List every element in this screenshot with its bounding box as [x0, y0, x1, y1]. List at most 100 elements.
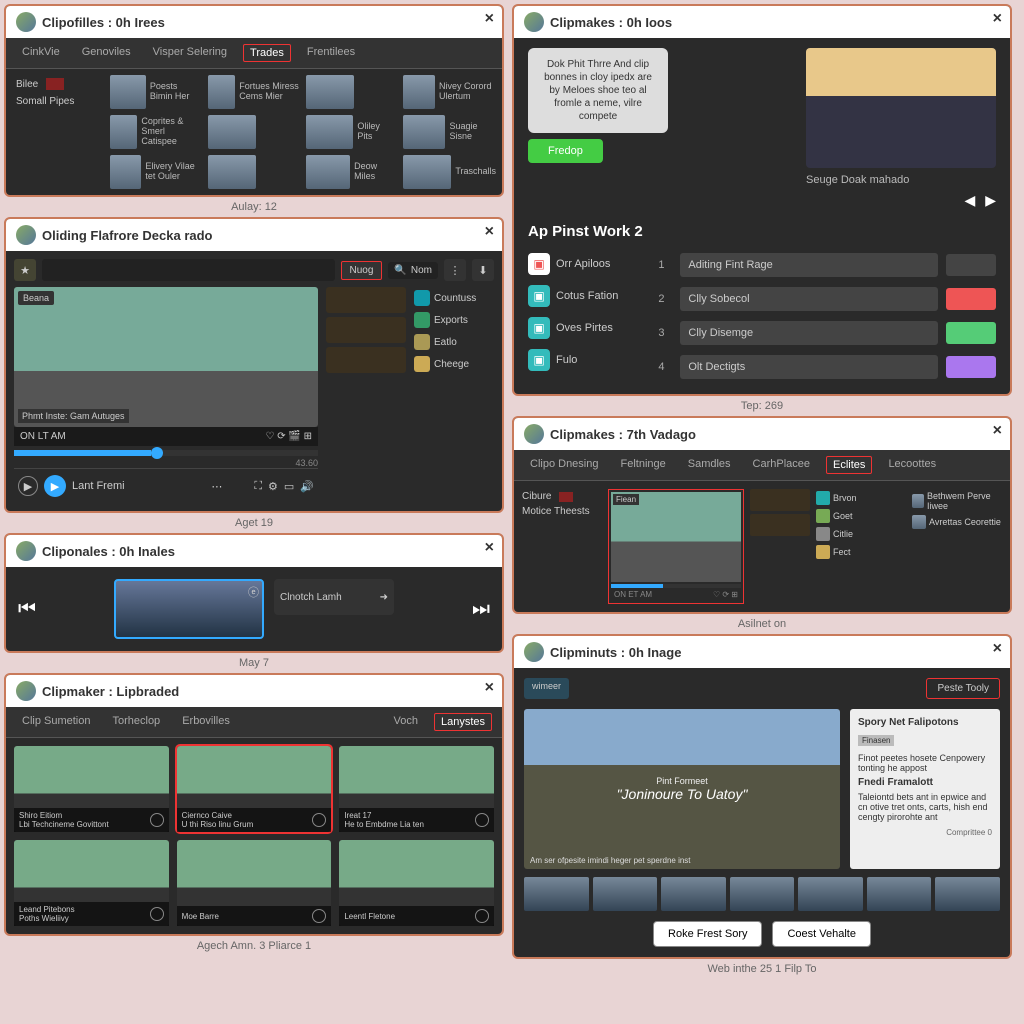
- free-button[interactable]: Fredop: [528, 139, 603, 163]
- lib-card[interactable]: Leentl Fletone: [339, 840, 494, 926]
- clip-cell[interactable]: [306, 75, 398, 109]
- clip-cell[interactable]: Nivey Corord Ulertum: [403, 75, 496, 109]
- tab-2[interactable]: Samdles: [682, 456, 737, 474]
- lib-card[interactable]: Moe Barre: [177, 840, 332, 926]
- cat-item[interactable]: Brvon: [816, 489, 906, 507]
- list-item[interactable]: ▣Orr Apiloos: [528, 248, 618, 280]
- prev-icon[interactable]: ⏮: [18, 598, 36, 621]
- cat-item[interactable]: Citlie: [816, 525, 906, 543]
- tab-4[interactable]: Lanystes: [434, 713, 492, 731]
- progress-bar[interactable]: [14, 450, 318, 456]
- download-icon[interactable]: ⬇: [472, 259, 494, 281]
- close-icon[interactable]: ×: [993, 640, 1002, 658]
- list-item[interactable]: Avrettas Ceorettie: [912, 513, 1002, 531]
- paste-button[interactable]: Peste Tooly: [926, 678, 1000, 699]
- close-icon[interactable]: ×: [485, 679, 494, 697]
- film-thumb[interactable]: [661, 877, 726, 911]
- sidebar-item[interactable]: Somall Pipes: [12, 93, 102, 110]
- search-input[interactable]: 🔍 Nom: [388, 262, 438, 279]
- tab-5[interactable]: Lecoottes: [882, 456, 942, 474]
- strip-label-card[interactable]: Clnotch Lamh➜: [274, 579, 394, 615]
- clip-cell[interactable]: Fortues Miress Cems Mier: [208, 75, 300, 109]
- clip-cell[interactable]: Deow Miles: [306, 155, 398, 189]
- cat-item[interactable]: Eatlo: [414, 331, 494, 353]
- primary-button[interactable]: Roke Frest Sory: [653, 921, 762, 947]
- cat-item[interactable]: Exports: [414, 309, 494, 331]
- queue-item[interactable]: [750, 514, 810, 536]
- film-thumb[interactable]: [867, 877, 932, 911]
- clip-cell[interactable]: Oliley Pits: [306, 115, 398, 149]
- clip-cell[interactable]: [208, 115, 300, 149]
- tab-4[interactable]: Eclites: [826, 456, 872, 474]
- list-item[interactable]: ▣Oves Pirtes: [528, 312, 618, 344]
- film-thumb[interactable]: [524, 877, 589, 911]
- clip-cell[interactable]: Elivery Vilae tet Ouler: [110, 155, 202, 189]
- secondary-button[interactable]: Coest Vehalte: [772, 921, 871, 947]
- queue-item[interactable]: [326, 287, 406, 313]
- queue-item[interactable]: [326, 347, 406, 373]
- cat-item[interactable]: Countuss: [414, 287, 494, 309]
- tab-2[interactable]: Erbovilles: [176, 713, 236, 731]
- address-field[interactable]: [42, 259, 335, 281]
- list-item[interactable]: ▣Fulo: [528, 344, 618, 376]
- lib-card[interactable]: Shiro EitiomLbi Techcineme Govittont: [14, 746, 169, 832]
- step-row[interactable]: 2Clly Sobecol: [658, 282, 996, 316]
- step-row[interactable]: 3Clly Disemge: [658, 316, 996, 350]
- step-row[interactable]: 1Aditing Fint Rage: [658, 248, 996, 282]
- cat-item[interactable]: Fect: [816, 543, 906, 561]
- menu-icon[interactable]: ⋮: [444, 259, 466, 281]
- tab-3[interactable]: Trades: [243, 44, 291, 62]
- clip-cell[interactable]: Coprites & Smerl Catispee: [110, 115, 202, 149]
- news-button[interactable]: Nuog: [341, 261, 383, 280]
- film-thumb[interactable]: [798, 877, 863, 911]
- sidebar-item[interactable]: Cibure: [522, 489, 602, 504]
- list-item[interactable]: ▣Cotus Fation: [528, 280, 618, 312]
- close-icon[interactable]: ×: [485, 223, 494, 241]
- star-icon[interactable]: ★: [14, 259, 36, 281]
- options-icon[interactable]: ⋯: [211, 480, 222, 493]
- volume-icon[interactable]: 🔊: [300, 480, 314, 493]
- video-frame[interactable]: Fiean: [611, 492, 741, 582]
- tab-0[interactable]: CinkVie: [16, 44, 66, 62]
- tab-3[interactable]: Voch: [388, 713, 424, 731]
- step-row[interactable]: 4Olt Dectigts: [658, 350, 996, 384]
- tab-0[interactable]: Clip Sumetion: [16, 713, 96, 731]
- skip-icon[interactable]: ▶: [44, 475, 66, 497]
- ctrl-icons[interactable]: ♡ ⟳ 🎬 ⊞: [265, 431, 312, 442]
- sidebar-item[interactable]: Motice Theests: [522, 504, 602, 519]
- gear-icon[interactable]: ⚙: [268, 480, 278, 493]
- film-thumb[interactable]: [730, 877, 795, 911]
- sidebar-item[interactable]: Bilee: [12, 75, 102, 93]
- clip-cell[interactable]: Poests Bimin Her: [110, 75, 202, 109]
- close-icon[interactable]: ×: [993, 422, 1002, 440]
- queue-item[interactable]: [326, 317, 406, 343]
- tab-0[interactable]: Clipo Dnesing: [524, 456, 604, 474]
- close-icon[interactable]: ×: [993, 10, 1002, 28]
- prev-icon[interactable]: ◀: [964, 192, 975, 209]
- close-icon[interactable]: ×: [485, 10, 494, 28]
- list-item[interactable]: Bethwem Perve Iiwee: [912, 489, 1002, 513]
- tab-1[interactable]: Genoviles: [76, 44, 137, 62]
- chip[interactable]: wimeer: [524, 678, 569, 699]
- tab-3[interactable]: CarhPlacee: [747, 456, 816, 474]
- lib-card[interactable]: Ireat 17He to Embdme Lia ten: [339, 746, 494, 832]
- cat-item[interactable]: Goet: [816, 507, 906, 525]
- tab-1[interactable]: Feltninge: [614, 456, 671, 474]
- next-icon[interactable]: ▶: [985, 192, 996, 209]
- play-icon[interactable]: ▶: [18, 476, 38, 496]
- close-icon[interactable]: ×: [485, 539, 494, 557]
- tab-2[interactable]: Visper Selering: [147, 44, 233, 62]
- clip-cell[interactable]: Suagie Sisne: [403, 115, 496, 149]
- video-frame[interactable]: Beana Phmt Inste: Gam Autuges: [14, 287, 318, 427]
- film-thumb[interactable]: [593, 877, 658, 911]
- fullscreen-icon[interactable]: ⛶: [254, 480, 262, 493]
- queue-item[interactable]: [750, 489, 810, 511]
- cat-item[interactable]: Cheege: [414, 353, 494, 375]
- next-icon[interactable]: ⏭: [472, 598, 490, 621]
- clip-cell[interactable]: Traschalls: [403, 155, 496, 189]
- clip-cell[interactable]: [208, 155, 300, 189]
- tab-1[interactable]: Torheclop: [106, 713, 166, 731]
- lib-card[interactable]: Leand PitebonsPoths Wieliivy: [14, 840, 169, 926]
- cast-icon[interactable]: ▭: [284, 480, 294, 493]
- tab-4[interactable]: Frentilees: [301, 44, 361, 62]
